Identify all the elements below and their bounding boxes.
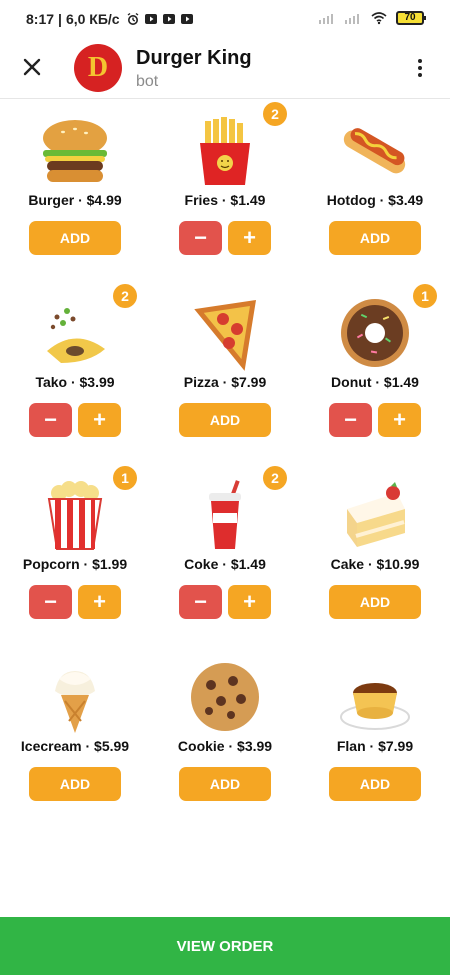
close-icon[interactable] [20, 55, 44, 79]
more-icon[interactable] [408, 56, 432, 80]
count-badge: 2 [263, 466, 287, 490]
decrement-button[interactable]: − [29, 585, 72, 619]
avatar[interactable]: D [74, 44, 122, 92]
decrement-button[interactable]: − [329, 403, 372, 437]
decrement-button[interactable]: − [179, 585, 222, 619]
item-label: Cake · $10.99 [330, 556, 420, 572]
quantity-stepper: − + [179, 585, 271, 619]
chat-header: D Durger King bot [0, 40, 450, 99]
menu-item-cookie: Cookie · $3.99 ADD [150, 645, 300, 827]
hotdog-icon [335, 111, 415, 191]
quantity-stepper: − + [29, 585, 121, 619]
chat-title-block: Durger King bot [136, 46, 252, 92]
soda-cup-icon [185, 475, 265, 555]
quantity-stepper: − + [179, 221, 271, 255]
decrement-button[interactable]: − [29, 403, 72, 437]
signal-icon [319, 14, 333, 24]
battery-icon: 70 [396, 11, 426, 25]
video-icon [144, 14, 157, 24]
count-badge: 2 [113, 284, 137, 308]
taco-icon [35, 293, 115, 373]
battery-level: 70 [404, 12, 416, 23]
quantity-stepper: − + [329, 403, 421, 437]
item-label: Donut · $1.49 [331, 374, 419, 390]
add-button[interactable]: ADD [329, 767, 421, 801]
alarm-icon [127, 12, 139, 25]
menu-item-coke: 2 Coke · $1.49 − + [150, 463, 300, 645]
wifi-icon [371, 12, 387, 25]
donut-icon [335, 293, 415, 373]
cookie-icon [185, 657, 265, 737]
menu-item-burger: Burger · $4.99 ADD [0, 99, 150, 281]
item-label: Tako · $3.99 [35, 374, 115, 390]
icecream-icon [35, 657, 115, 737]
menu-item-tako: 2 Tako · $3.99 − + [0, 281, 150, 463]
increment-button[interactable]: + [378, 403, 421, 437]
status-separator: | [58, 11, 62, 27]
count-badge: 2 [263, 102, 287, 126]
count-badge: 1 [413, 284, 437, 308]
item-label: Coke · $1.49 [184, 556, 266, 572]
menu-item-fries: 2 Fries · $1.49 − + [150, 99, 300, 281]
item-label: Flan · $7.99 [336, 738, 414, 754]
menu-item-cake: Cake · $10.99 ADD [300, 463, 450, 645]
increment-button[interactable]: + [78, 403, 121, 437]
menu-item-popcorn: 1 Popcorn · $1.99 − + [0, 463, 150, 645]
increment-button[interactable]: + [228, 221, 271, 255]
item-label: Pizza · $7.99 [183, 374, 267, 390]
view-order-button[interactable]: VIEW ORDER [0, 917, 450, 975]
page-title: Durger King [136, 47, 252, 69]
add-button[interactable]: ADD [179, 403, 271, 437]
video-icon [180, 14, 193, 24]
status-time: 8:17 [26, 11, 55, 27]
menu-item-flan: Flan · $7.99 ADD [300, 645, 450, 827]
burger-icon [35, 111, 115, 191]
item-label: Fries · $1.49 [184, 192, 266, 208]
add-button[interactable]: ADD [29, 221, 121, 255]
menu-item-hotdog: Hotdog · $3.49 ADD [300, 99, 450, 281]
menu-item-pizza: Pizza · $7.99 ADD [150, 281, 300, 463]
page-subtitle: bot [136, 73, 159, 90]
item-label: Cookie · $3.99 [177, 738, 273, 754]
avatar-letter: D [87, 52, 109, 83]
video-icon [162, 14, 175, 24]
add-button[interactable]: ADD [329, 221, 421, 255]
menu-item-donut: 1 Donut · $1.49 − + [300, 281, 450, 463]
item-label: Hotdog · $3.49 [326, 192, 424, 208]
increment-button[interactable]: + [78, 585, 121, 619]
add-button[interactable]: ADD [179, 767, 271, 801]
status-icons [126, 12, 194, 26]
add-button[interactable]: ADD [29, 767, 121, 801]
item-label: Burger · $4.99 [28, 192, 122, 208]
pizza-icon [185, 293, 265, 373]
menu-item-icecream: Icecream · $5.99 ADD [0, 645, 150, 827]
status-right: 70 [318, 11, 426, 25]
cake-icon [335, 475, 415, 555]
item-label: Popcorn · $1.99 [22, 556, 128, 572]
status-bar: 8:17 | 6,0 КБ/с 70 [0, 0, 450, 40]
add-button[interactable]: ADD [329, 585, 421, 619]
item-label: Icecream · $5.99 [20, 738, 130, 754]
status-left: 8:17 | 6,0 КБ/с [26, 11, 194, 27]
signal-icon [345, 14, 359, 24]
quantity-stepper: − + [29, 403, 121, 437]
increment-button[interactable]: + [228, 585, 271, 619]
fries-icon [185, 111, 265, 191]
popcorn-icon [35, 475, 115, 555]
count-badge: 1 [113, 466, 137, 490]
status-network: 6,0 КБ/с [65, 11, 120, 27]
flan-icon [335, 657, 415, 737]
decrement-button[interactable]: − [179, 221, 222, 255]
